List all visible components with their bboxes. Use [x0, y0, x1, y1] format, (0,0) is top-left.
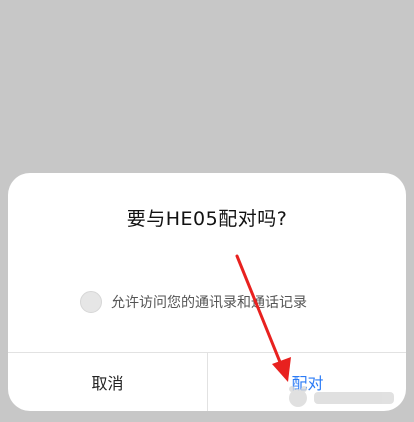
cancel-button[interactable]: 取消 — [8, 353, 207, 411]
permission-checkbox[interactable] — [80, 291, 102, 313]
pair-button[interactable]: 配对 — [208, 353, 406, 411]
contacts-permission-option[interactable]: 允许访问您的通讯录和通话记录 — [80, 289, 307, 315]
dialog-title: 要与HE05配对吗? — [126, 208, 288, 230]
pairing-dialog: 要与HE05配对吗? 允许访问您的通讯录和通话记录 取消 配对 — [8, 173, 406, 411]
permission-label: 允许访问您的通讯录和通话记录 — [111, 295, 307, 311]
